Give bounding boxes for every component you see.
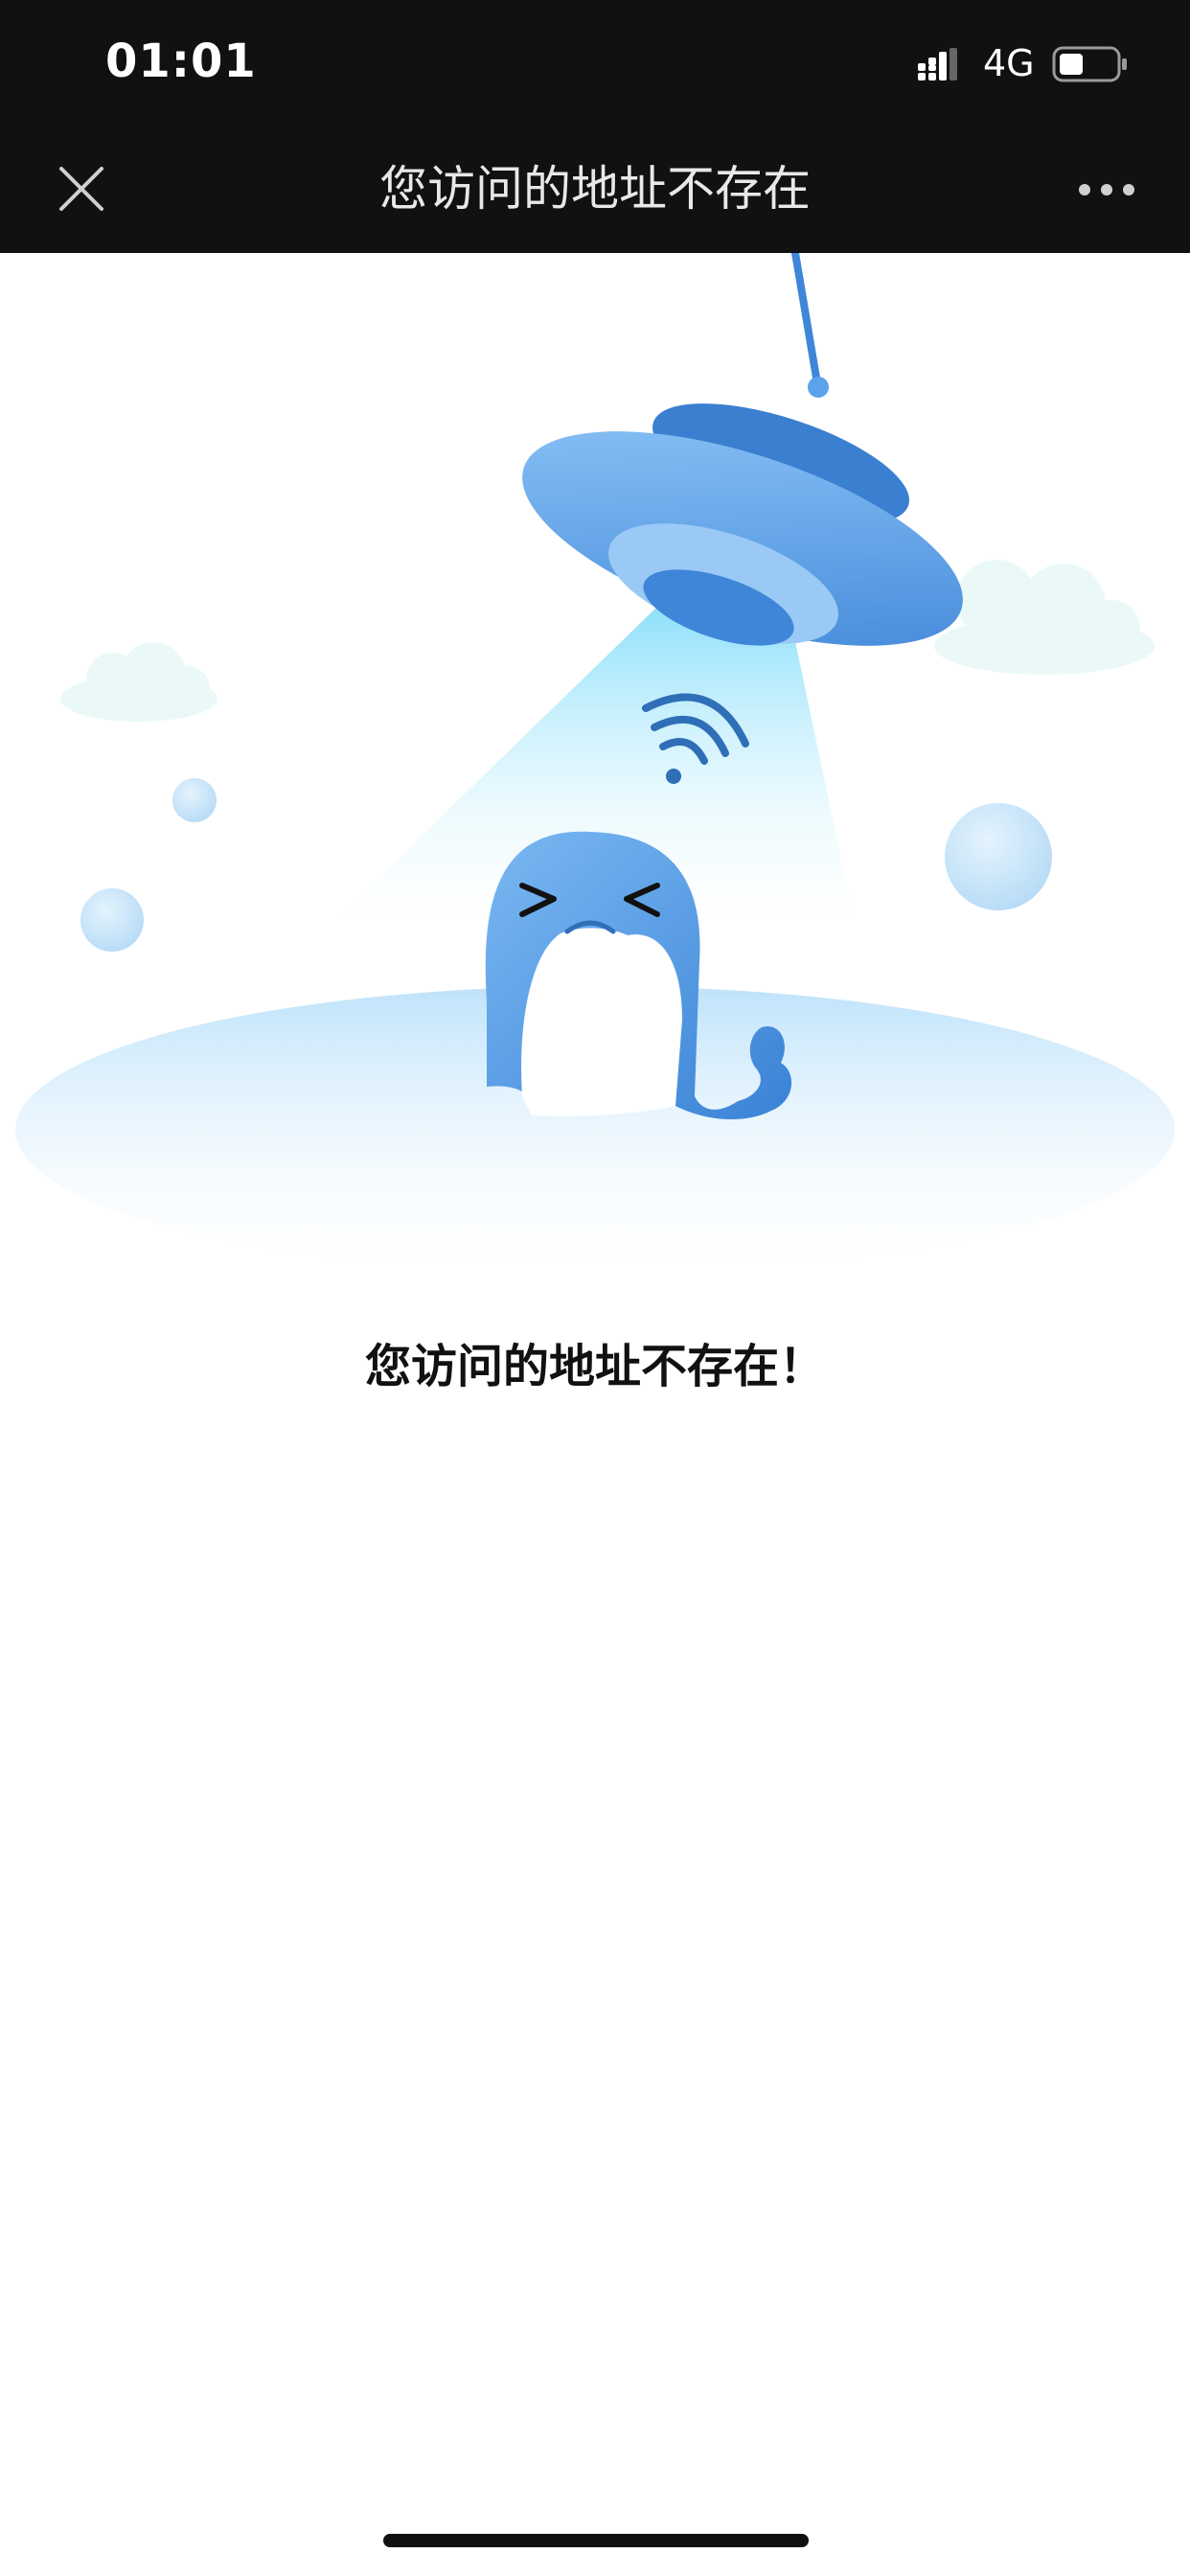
ufo-whale-illustration — [15, 253, 1175, 1269]
more-dots-icon[interactable] — [1073, 169, 1140, 211]
battery-icon — [1052, 46, 1127, 82]
cellular-signal-icon — [918, 48, 957, 80]
cloud-right — [934, 560, 1155, 675]
status-time: 01:01 — [105, 34, 257, 88]
page: 01:01 4G 您访问的地址不存在 您访问的地址不存在！ — [0, 0, 1190, 2576]
ufo — [522, 253, 963, 646]
network-label: 4G — [983, 42, 1035, 84]
bubble — [172, 778, 217, 822]
home-indicator[interactable] — [383, 2534, 809, 2547]
bubble — [945, 803, 1052, 910]
bubble — [80, 888, 144, 952]
status-bar: 01:01 4G — [0, 0, 1190, 128]
cloud-left — [60, 642, 217, 722]
page-title: 您访问的地址不存在 — [379, 161, 811, 217]
error-message: 您访问的地址不存在！ — [364, 1340, 825, 1393]
nav-bar: 您访问的地址不存在 — [0, 128, 1190, 253]
